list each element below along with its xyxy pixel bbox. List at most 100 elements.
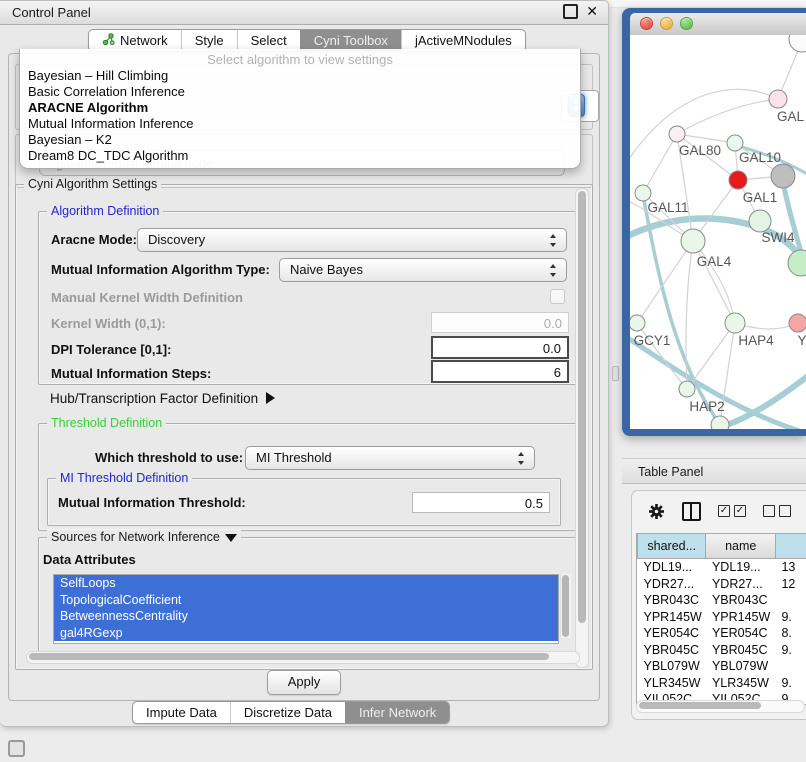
node-big-green[interactable] [788, 250, 806, 276]
node-swi4[interactable] [749, 210, 771, 232]
table-horizontal-scrollbar[interactable] [636, 700, 805, 713]
column-layout-icon[interactable] [682, 502, 701, 521]
minimize-traffic-light-icon[interactable] [660, 17, 673, 30]
zoom-traffic-light-icon[interactable] [680, 17, 693, 30]
algorithm-option[interactable]: Mutual Information Inference [20, 116, 580, 132]
apply-button[interactable]: Apply [267, 670, 341, 695]
tab-cyni-toolbox[interactable]: Cyni Toolbox [300, 30, 401, 51]
column-header[interactable]: shared... [638, 534, 706, 559]
node-red[interactable] [729, 171, 747, 189]
window-title: Control Panel [12, 5, 91, 20]
node-gray[interactable] [771, 164, 795, 188]
table-row[interactable]: YDR27...YDR27...12 [638, 576, 806, 593]
table-cell: 13 [775, 559, 806, 576]
algorithm-option[interactable]: Dream8 DC_TDC Algorithm [20, 148, 580, 164]
table-cell: 12 [775, 576, 806, 593]
tab-label: Network [120, 30, 168, 51]
table-row[interactable]: YBL079WYBL079W [638, 658, 806, 675]
node-label: Y [797, 333, 806, 348]
dpi-tolerance-field[interactable]: 0.0 [431, 336, 569, 359]
tab-jactivemnodules[interactable]: jActiveMNodules [401, 30, 525, 51]
algorithm-definition-title: Algorithm Definition [47, 204, 163, 218]
gear-icon[interactable] [648, 503, 665, 520]
close-icon[interactable]: ✕ [586, 4, 598, 19]
tab-style[interactable]: Style [181, 30, 237, 51]
attributes-list-scrollbar[interactable] [560, 574, 571, 638]
node-label: SWI4 [761, 230, 794, 245]
settings-horizontal-scrollbar[interactable] [26, 651, 580, 664]
node-hap4[interactable] [725, 313, 745, 333]
kernel-width-field[interactable]: 0.0 [431, 312, 569, 333]
node-gal11[interactable] [635, 185, 651, 201]
manual-kernel-checkbox[interactable] [550, 289, 565, 304]
settings-vertical-scrollbar[interactable] [575, 188, 589, 668]
node-gal4[interactable] [681, 229, 705, 253]
table-row[interactable]: YLR345WYLR345W9. [638, 675, 806, 692]
table-row[interactable]: YBR043CYBR043C [638, 592, 806, 609]
table-row[interactable]: YER054CYER054C8. [638, 625, 806, 642]
mi-type-combobox[interactable]: Naive Bayes [279, 258, 567, 282]
tab-label: Cyni Toolbox [314, 30, 388, 51]
node-label: GAL10 [739, 150, 781, 165]
attribute-list-item[interactable]: BetweennessCentrality [54, 608, 558, 625]
node-hap2[interactable] [679, 381, 695, 397]
node-label: GAL80 [679, 143, 721, 158]
node-gcy1[interactable] [630, 315, 645, 331]
tab-discretize-data[interactable]: Discretize Data [230, 702, 345, 723]
aracne-mode-combobox[interactable]: Discovery [137, 228, 567, 252]
attribute-list-item[interactable]: gal4RGexp [54, 625, 558, 642]
control-panel-titlebar: Control Panel ✕ [0, 1, 608, 25]
panel-splitter[interactable] [612, 366, 619, 381]
node-gal10[interactable] [727, 135, 743, 151]
column-header[interactable] [775, 534, 806, 559]
minimized-panel-icon[interactable] [8, 740, 25, 757]
cyni-bottom-tabs: Impute DataDiscretize DataInfer Network [132, 701, 450, 724]
table-cell: YDL19... [638, 559, 706, 576]
float-window-icon[interactable] [563, 4, 578, 19]
column-header[interactable]: name [706, 534, 776, 559]
network-view-window: GALGAL80GAL10GAL1GAL11SWI4GAL4GCY1HAP4YH… [622, 8, 806, 436]
table-cell: YBR043C [638, 592, 706, 609]
aracne-mode-value: Discovery [148, 232, 205, 247]
attribute-list-item[interactable]: SelfLoops [54, 575, 558, 592]
tab-label: Select [251, 30, 287, 51]
table-toolbar: ✓ ✓ [648, 500, 806, 522]
node-bottom[interactable] [711, 416, 729, 429]
node-label: GAL [777, 109, 805, 124]
network-edge [677, 99, 778, 134]
table-cell [775, 592, 806, 609]
table-row[interactable]: YPR145WYPR145W9. [638, 609, 806, 626]
tab-infer-network[interactable]: Infer Network [345, 702, 449, 723]
table-row[interactable]: YDL19...YDL19...13 [638, 559, 806, 576]
attribute-list-item[interactable]: TopologicalCoefficient [54, 592, 558, 609]
mi-threshold-field[interactable]: 0.5 [412, 492, 550, 513]
data-attributes-list[interactable]: SelfLoopsTopologicalCoefficientBetweenne… [53, 574, 559, 644]
network-window-titlebar[interactable] [630, 13, 806, 36]
select-all-columns-icon[interactable]: ✓ ✓ [718, 505, 746, 517]
node-top-white[interactable] [789, 35, 806, 52]
algorithm-option[interactable]: ARACNE Algorithm [20, 100, 580, 116]
control-panel-window: Control Panel ✕ Network Style Select Cyni T… [0, 0, 609, 727]
network-canvas[interactable]: GALGAL80GAL10GAL1GAL11SWI4GAL4GCY1HAP4YH… [630, 35, 806, 429]
algorithm-option[interactable]: Bayesian – K2 [20, 132, 580, 148]
algorithm-option[interactable]: Bayesian – Hill Climbing [20, 68, 580, 84]
node-gal80[interactable] [669, 126, 685, 142]
network-edge [637, 241, 693, 323]
expanded-arrow-icon[interactable] [225, 534, 237, 542]
mi-type-value: Naive Bayes [290, 262, 363, 277]
node-gal7[interactable] [769, 90, 787, 108]
algorithm-definition-group: Algorithm Definition Aracne Mode: Discov… [38, 211, 580, 385]
hub-definition-toggle[interactable]: Hub/Transcription Factor Definition [50, 391, 275, 406]
cyni-toolbox-panel: gal-inferred.sif default node Select alg… [8, 53, 600, 701]
node-pink-right[interactable] [789, 314, 806, 332]
table-cell: YDL19... [706, 559, 776, 576]
deselect-all-columns-icon[interactable] [763, 505, 791, 517]
mi-steps-field[interactable]: 6 [431, 360, 569, 383]
which-threshold-combobox[interactable]: MI Threshold [245, 446, 535, 470]
tab-select[interactable]: Select [237, 30, 300, 51]
table-row[interactable]: YBR045CYBR045C9. [638, 642, 806, 659]
close-traffic-light-icon[interactable] [640, 17, 653, 30]
algorithm-option[interactable]: Basic Correlation Inference [20, 84, 580, 100]
tab-network[interactable]: Network [89, 30, 181, 51]
tab-impute-data[interactable]: Impute Data [133, 702, 230, 723]
